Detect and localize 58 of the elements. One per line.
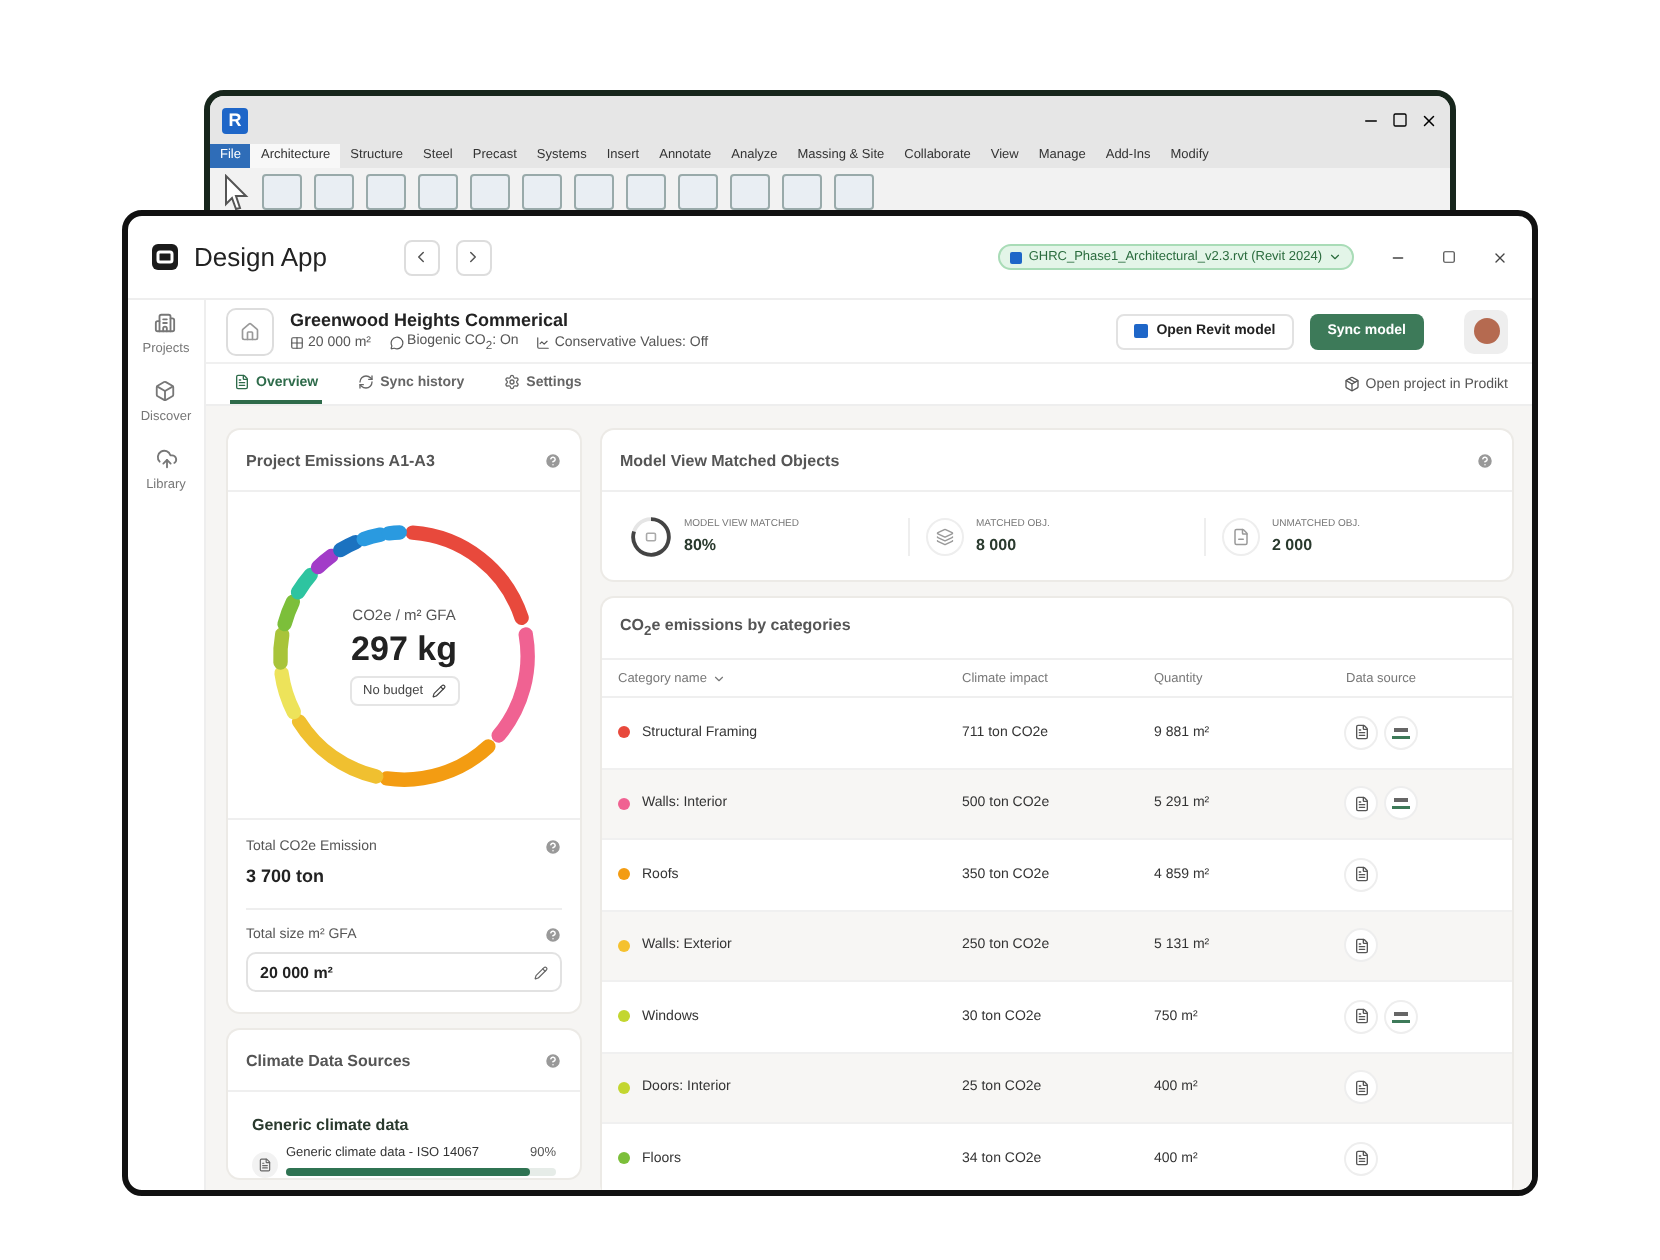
maximize-button[interactable] [1442,250,1456,264]
cube-icon [154,380,177,402]
size-field[interactable]: 20 000 m² [246,952,562,992]
avatar[interactable] [1464,309,1508,353]
card-title: CO$_{2}$e emissions by categories [620,616,851,640]
ribbon-tool-icon[interactable] [782,174,822,210]
ribbon-tool-icon[interactable] [470,174,510,210]
maximize-icon [1442,250,1456,264]
help-icon[interactable] [544,838,562,856]
card-title: Model View Matched Objects [620,451,840,469]
ribbon-tool-icon[interactable] [314,174,354,210]
stat-value: 80% [684,536,719,554]
close-icon [1492,249,1508,265]
layers-icon [926,517,964,555]
settings-icon [504,374,521,390]
help-icon[interactable] [544,451,562,469]
document-icon [234,374,250,390]
forward-icon [464,248,482,266]
sync-icon [358,374,375,390]
ribbon-tool-icon[interactable] [834,174,874,210]
maximize-icon[interactable] [1392,112,1408,128]
app-logo [152,244,178,270]
cursor-icon[interactable] [222,174,250,210]
caret-icon [1328,250,1342,264]
ribbon-tool-icon[interactable] [366,174,406,210]
sort-icon [712,671,727,685]
donut-value: 297 kg [351,629,457,669]
ribbon-tool-icon[interactable] [626,174,666,210]
close-icon[interactable] [1420,111,1438,129]
help-icon[interactable] [1476,451,1494,469]
stat-value: 8 000 [976,536,1019,554]
ribbon-tool-icon[interactable] [678,174,718,210]
ribbon-tool-icon[interactable] [730,174,770,210]
ribbon-tool-icon[interactable] [418,174,458,210]
help-icon[interactable] [544,1051,562,1069]
cloud-icon [155,448,177,470]
forward-button[interactable] [455,239,491,275]
ribbon-tool-icon[interactable] [574,174,614,210]
chart-icon [536,335,551,350]
pencil-icon [431,683,445,697]
ribbon-tool-icon[interactable] [522,174,562,210]
section-heading: Generic climate data [252,1116,411,1134]
pencil-icon [534,965,548,979]
card-title: Climate Data Sources [246,1051,411,1069]
grid-icon [290,335,304,350]
back-button[interactable] [403,239,439,275]
close-button[interactable] [1492,249,1508,265]
app-title: Design App [194,242,327,272]
stat-value: 3 700 ton [246,866,325,886]
building-icon [154,312,177,334]
card-title: Project Emissions A1-A3 [246,451,435,469]
project-name: Greenwood Heights Commerical [290,309,571,330]
package-icon [1343,376,1360,392]
stat-value: 2 000 [1272,536,1315,554]
help-icon[interactable] [544,926,562,944]
back-icon [412,248,430,266]
app-logo: R [222,107,248,133]
ribbon-tool-icon[interactable] [262,174,302,210]
